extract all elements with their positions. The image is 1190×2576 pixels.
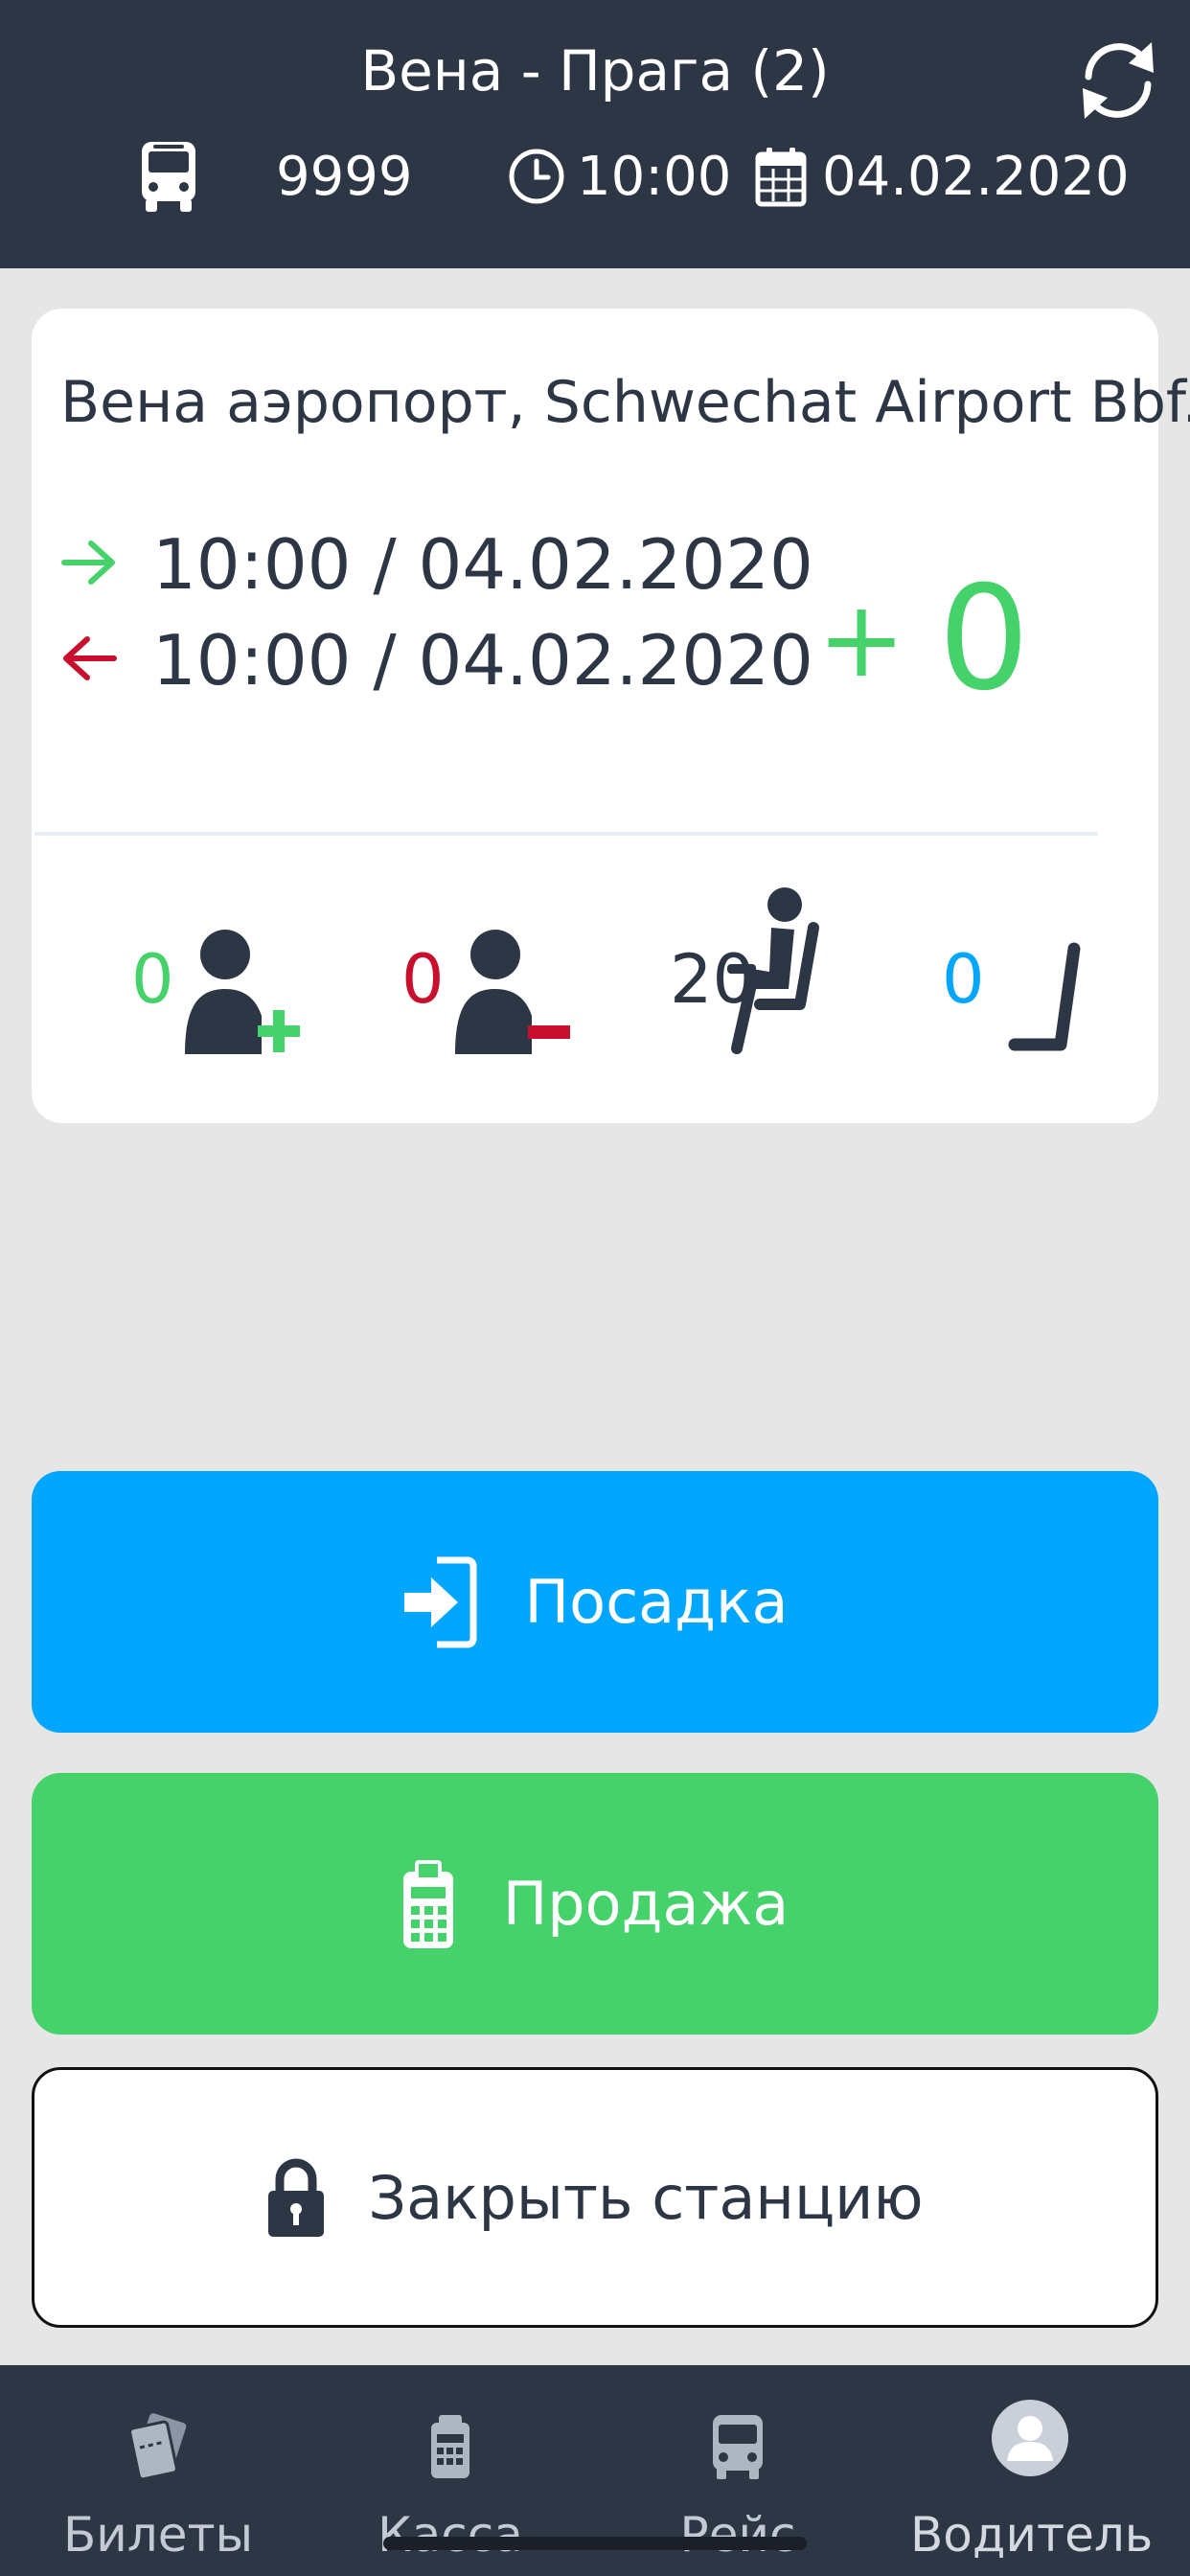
- alighting-count: 0: [401, 940, 445, 1019]
- card-divider: [34, 832, 1098, 836]
- departure-time-info: 10:00: [508, 140, 731, 213]
- tab-tickets[interactable]: Билеты: [38, 2365, 278, 2576]
- seated-stat: 20: [670, 884, 890, 1056]
- free-seats-count: 0: [942, 940, 985, 1019]
- departure-time: 10:00: [577, 145, 732, 208]
- station-card: Вена аэропорт, Schwechat Airport Bbf. 10…: [32, 309, 1190, 1123]
- tab-cash-label: Касса: [378, 2507, 523, 2563]
- bus-number: 9999: [276, 145, 413, 208]
- route-title: Вена - Прага (2): [360, 38, 830, 104]
- balance-value: 0: [938, 556, 1030, 723]
- alighting-stat: 0: [401, 884, 612, 1056]
- sell-button[interactable]: Продажа: [32, 1773, 1158, 2035]
- boarding-button-label: Посадка: [524, 1567, 789, 1637]
- close-station-label: Закрыть станцию: [368, 2162, 924, 2233]
- tab-driver[interactable]: Водитель: [910, 2365, 1154, 2576]
- sign-in-icon: [402, 1556, 477, 1648]
- refresh-icon[interactable]: [1075, 34, 1161, 126]
- arrow-left-icon: [60, 630, 118, 691]
- boarding-stat: 0: [131, 884, 342, 1056]
- departure-date: 04.02.2020: [822, 145, 1130, 208]
- station-name: Вена аэропорт, Schwechat Airport Bbf.: [60, 369, 1190, 436]
- top-bar: Вена - Прага (2) 9999 10:00 04.02.2020: [0, 0, 1190, 268]
- departure-date-info: 04.02.2020: [755, 140, 1130, 213]
- seated-passenger-icon: [721, 884, 827, 1060]
- calculator-icon: [401, 1858, 455, 1950]
- bus-number-info: 9999: [140, 140, 413, 213]
- passenger-balance: + 0: [817, 556, 1030, 723]
- departure-row: 10:00 / 04.02.2020: [60, 617, 813, 703]
- clock-icon: [508, 148, 565, 205]
- arrival-row: 10:00 / 04.02.2020: [60, 521, 813, 608]
- arrow-right-icon: [60, 534, 118, 595]
- person-add-icon: [185, 930, 300, 1058]
- empty-seat-icon: [1001, 941, 1087, 1060]
- calendar-icon: [755, 146, 807, 207]
- tab-tickets-label: Билеты: [62, 2507, 254, 2563]
- arrival-time: 10:00 / 04.02.2020: [152, 524, 813, 605]
- boarding-count: 0: [131, 940, 174, 1019]
- close-station-button[interactable]: Закрыть станцию: [32, 2067, 1158, 2328]
- person-remove-icon: [455, 930, 570, 1058]
- tickets-icon: [125, 2413, 192, 2484]
- driver-avatar-icon: [992, 2400, 1068, 2480]
- home-indicator: [383, 2537, 807, 2550]
- tab-trip-label: Рейс: [679, 2507, 796, 2563]
- departure-time-station: 10:00 / 04.02.2020: [152, 620, 813, 701]
- bus-icon: [711, 2413, 765, 2484]
- bus-icon: [140, 140, 197, 213]
- balance-sign: +: [817, 578, 906, 701]
- tab-driver-label: Водитель: [910, 2507, 1154, 2563]
- sell-button-label: Продажа: [502, 1869, 790, 1939]
- free-seats-stat: 0: [942, 884, 1133, 1056]
- boarding-button[interactable]: Посадка: [32, 1471, 1158, 1733]
- cash-register-icon: [429, 2413, 471, 2484]
- lock-icon: [266, 2156, 326, 2239]
